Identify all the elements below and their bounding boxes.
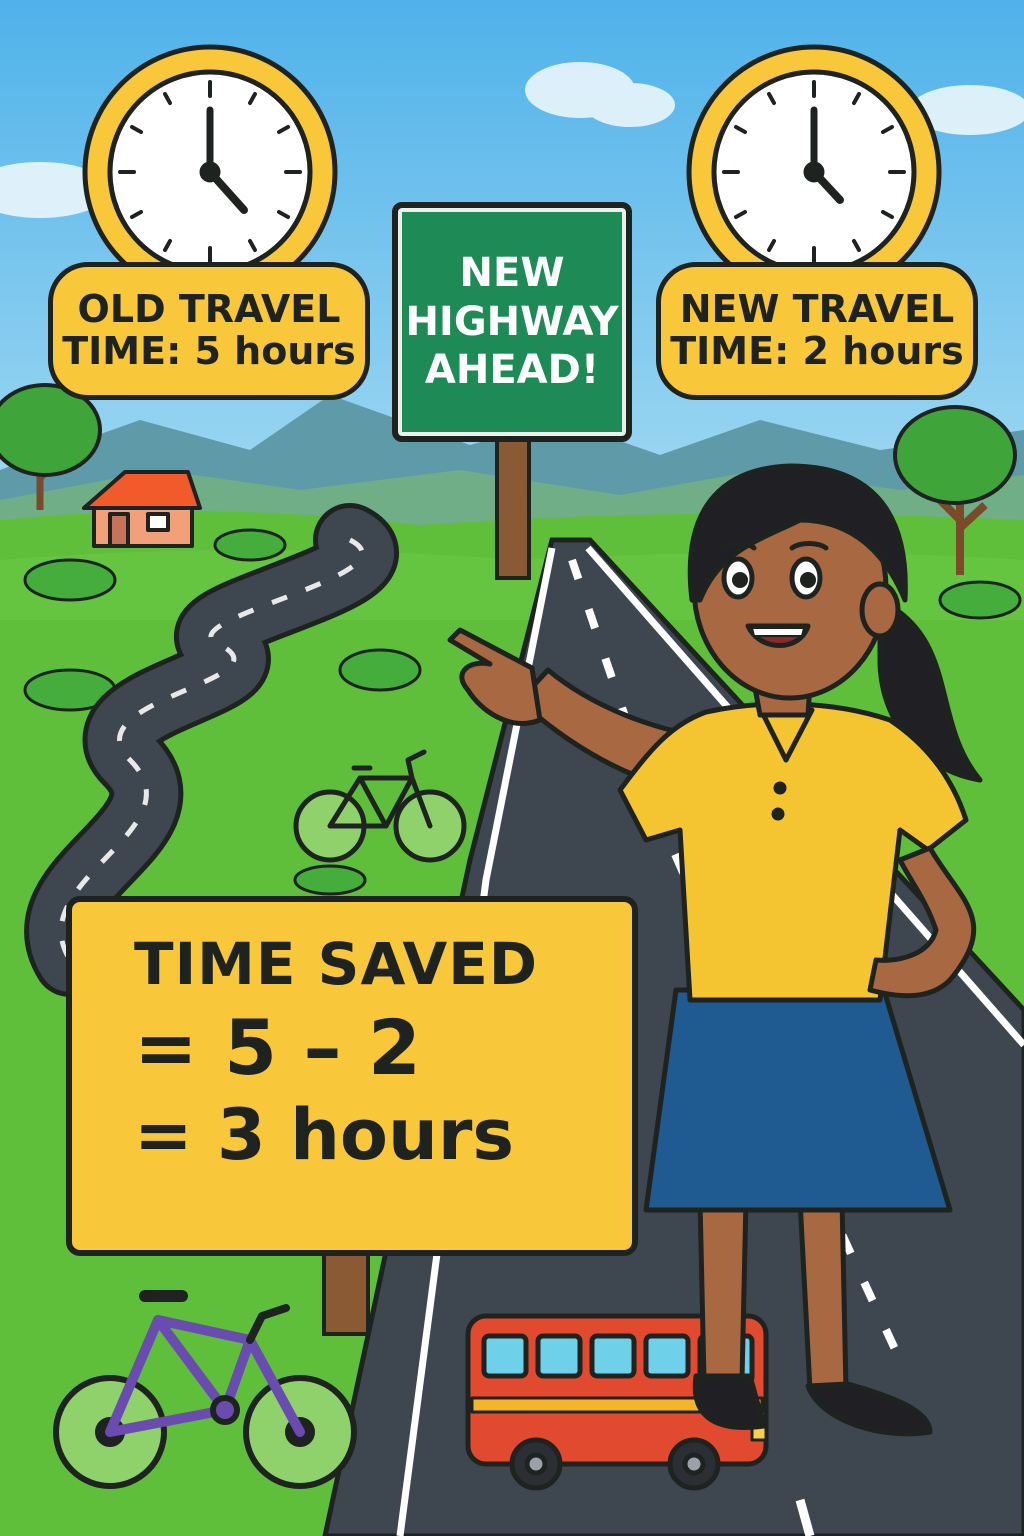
time-saved-board: TIME SAVED = 5 – 2 = 3 hours [66, 896, 638, 1256]
highway-sign-line3: AHEAD! [424, 347, 600, 394]
clock-icon [82, 44, 338, 300]
calculation-result: = 3 hours [134, 1093, 515, 1176]
old-travel-time-label: OLD TRAVEL TIME: 5 hours [48, 262, 370, 400]
board-post [322, 1248, 370, 1336]
new-travel-line1: NEW TRAVEL [679, 287, 955, 332]
new-travel-time-label: NEW TRAVEL TIME: 2 hours [656, 262, 978, 400]
calculation-line: = 5 – 2 [134, 1002, 421, 1092]
old-travel-line2: TIME: 5 hours [62, 329, 356, 373]
sign-post [495, 438, 531, 580]
new-travel-line2: TIME: 2 hours [670, 329, 964, 373]
highway-sign: NEW HIGHWAY AHEAD! [392, 202, 632, 442]
highway-sign-line1: NEW [459, 249, 565, 296]
old-travel-line1: OLD TRAVEL [77, 287, 341, 332]
clock-icon [686, 44, 942, 300]
highway-sign-line2: HIGHWAY [405, 298, 619, 345]
time-saved-title: TIME SAVED [134, 930, 539, 998]
